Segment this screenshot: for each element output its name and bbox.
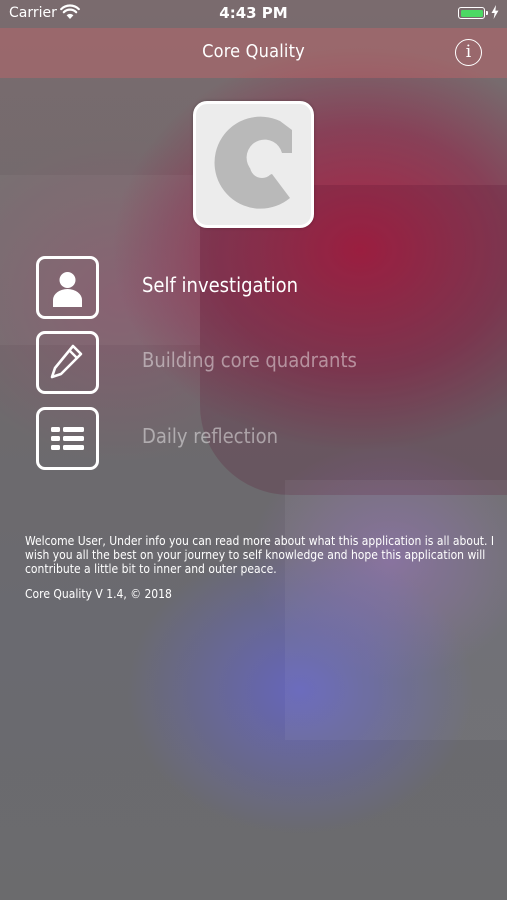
welcome-text: Welcome User, Under info you can read mo… (25, 534, 495, 576)
navigation-bar: Core Quality i (0, 28, 507, 78)
menu-icon-box (36, 331, 99, 394)
core-quality-logo (214, 116, 292, 209)
charging-icon (491, 5, 499, 19)
pencil-icon (50, 344, 83, 379)
menu-item-self-investigation[interactable]: Self investigation (36, 256, 476, 320)
menu-item-label: Daily reflection (142, 424, 279, 448)
background-shape (285, 480, 507, 740)
info-icon: i (465, 42, 472, 62)
menu-item-building-core-quadrants[interactable]: Building core quadrants (36, 331, 476, 395)
menu-icon-box (36, 407, 99, 470)
app-logo (193, 101, 314, 228)
menu-item-label: Self investigation (142, 273, 299, 297)
battery-icon (458, 7, 488, 19)
status-bar: Carrier 4:43 PM (0, 0, 507, 28)
battery-level (460, 9, 483, 17)
menu-item-label: Building core quadrants (142, 348, 357, 372)
status-time: 4:43 PM (219, 4, 288, 22)
list-icon (51, 427, 84, 450)
menu-icon-box (36, 256, 99, 319)
version-text: Core Quality V 1.4, © 2018 (25, 587, 172, 601)
person-icon (53, 272, 82, 307)
page-title: Core Quality (202, 41, 305, 62)
menu-item-daily-reflection[interactable]: Daily reflection (36, 407, 476, 471)
info-button[interactable]: i (455, 39, 482, 66)
